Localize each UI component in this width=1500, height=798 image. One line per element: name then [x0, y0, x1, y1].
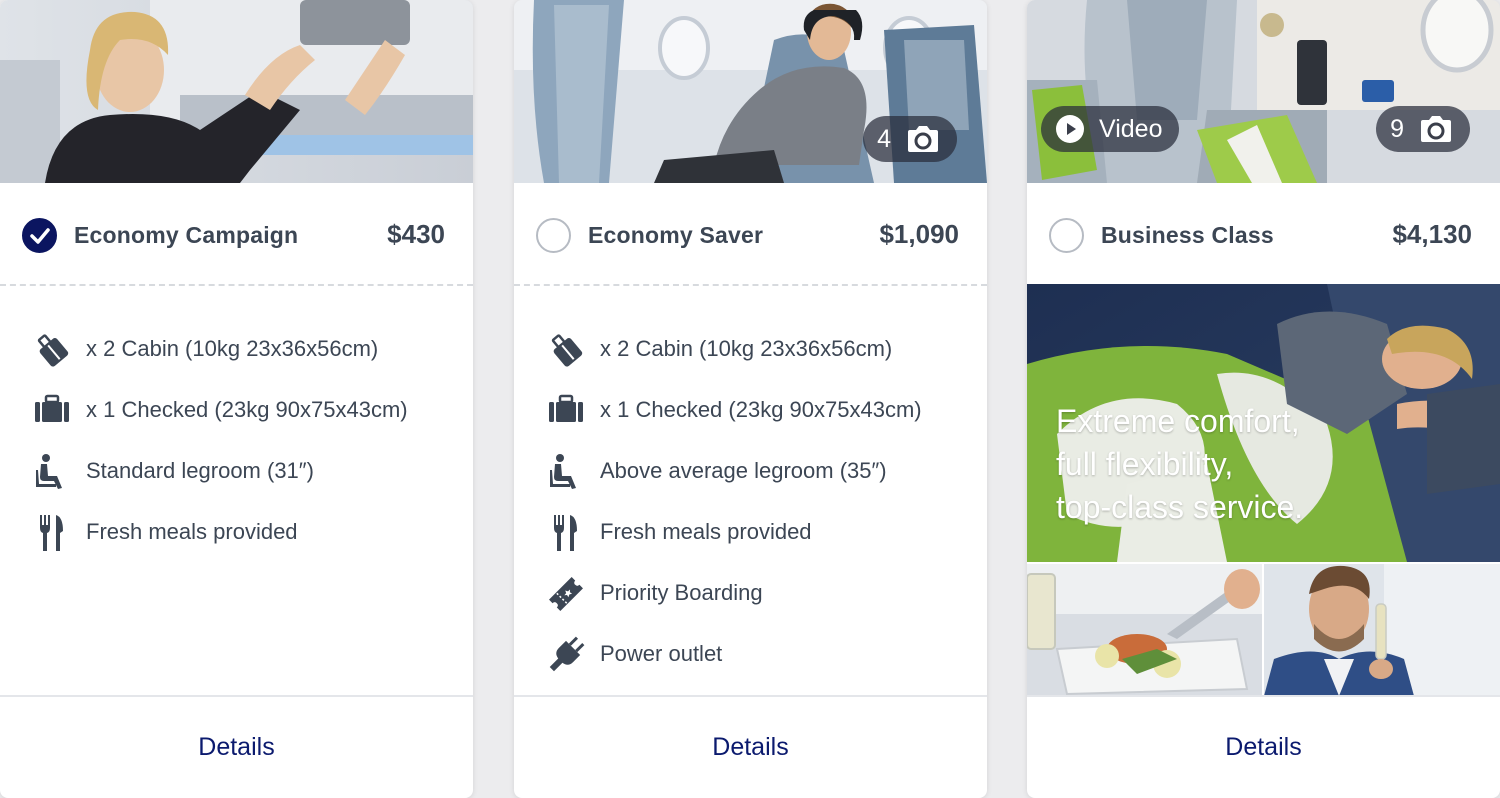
camera-icon [1421, 116, 1451, 142]
promo-line: Extreme comfort, [1056, 403, 1300, 439]
feature-item: Standard legroom (31″) [0, 452, 473, 492]
hero-photo[interactable]: 4 [514, 0, 987, 183]
details-link[interactable]: Details [712, 733, 788, 762]
feature-item: x 1 Checked (23kg 90x75x43cm) [0, 391, 473, 431]
cabin-bag-icon [37, 334, 69, 367]
feature-item: x 1 Checked (23kg 90x75x43cm) [514, 391, 987, 431]
seat-legroom-icon [550, 454, 576, 489]
photo-count-badge[interactable]: 9 [1376, 106, 1470, 152]
feature-text: x 2 Cabin (10kg 23x36x56cm) [86, 336, 379, 361]
details-link[interactable]: Details [198, 733, 274, 762]
feature-text: Above average legroom (35″) [600, 458, 887, 483]
feature-item: Fresh meals provided [0, 513, 473, 553]
details-link[interactable]: Details [1225, 733, 1301, 762]
video-badge[interactable]: Video [1041, 106, 1179, 152]
feature-item: Above average legroom (35″) [514, 452, 987, 492]
feature-item: Power outlet [514, 635, 987, 675]
feature-item: Priority Boarding [514, 574, 987, 614]
fare-name: Economy Saver [588, 222, 764, 248]
card-footer: Details [0, 695, 473, 798]
feature-item: x 2 Cabin (10kg 23x36x56cm) [514, 330, 987, 370]
fare-header[interactable]: Economy Saver $1,090 [514, 183, 987, 286]
feature-text: Fresh meals provided [86, 519, 298, 544]
fare-card-business-class[interactable]: Video 9 Business Class $4,130 Extreme co… [1027, 0, 1500, 798]
checked-bag-icon [549, 394, 583, 422]
food-photo[interactable] [1027, 564, 1262, 696]
fare-name: Economy Campaign [74, 222, 299, 248]
hero-photo [0, 0, 473, 183]
hero-photo[interactable]: Video 9 [1027, 0, 1500, 183]
promo-text: Extreme comfort, full flexibility, top-c… [1056, 400, 1303, 529]
camera-icon [908, 126, 938, 152]
fare-radio[interactable] [536, 218, 571, 253]
fare-price: $430 [387, 219, 445, 249]
cabin-bag-icon [551, 334, 583, 367]
fare-card-economy-saver[interactable]: 4 Economy Saver $1,090 x 2 Cabin (10kg 2… [514, 0, 987, 798]
photo-thumbnails [1027, 564, 1500, 696]
meal-icon [554, 515, 577, 551]
checked-bag-icon [35, 394, 69, 422]
fare-name: Business Class [1101, 222, 1274, 248]
fare-radio[interactable] [1049, 218, 1084, 253]
fare-card-economy-campaign[interactable]: Economy Campaign $430 x 2 Cabin (10kg 23… [0, 0, 473, 798]
video-label: Video [1099, 114, 1163, 143]
photo-count-badge[interactable]: 4 [863, 116, 957, 162]
seat-legroom-icon [36, 454, 62, 489]
feature-text: x 2 Cabin (10kg 23x36x56cm) [600, 336, 893, 361]
selected-radio[interactable] [22, 218, 57, 253]
power-plug-icon [549, 636, 585, 672]
feature-text: Power outlet [600, 641, 723, 666]
fare-header[interactable]: Economy Campaign $430 [0, 183, 473, 286]
photo-count: 4 [877, 124, 891, 153]
feature-item: x 2 Cabin (10kg 23x36x56cm) [0, 330, 473, 370]
feature-text: x 1 Checked (23kg 90x75x43cm) [86, 397, 408, 422]
feature-text: Priority Boarding [600, 580, 763, 605]
card-footer: Details [514, 695, 987, 798]
feature-text: x 1 Checked (23kg 90x75x43cm) [600, 397, 922, 422]
promo-banner: Extreme comfort, full flexibility, top-c… [1027, 284, 1500, 562]
priority-ticket-icon [549, 577, 583, 611]
photo-count: 9 [1390, 114, 1404, 143]
promo-line: top-class service. [1056, 489, 1304, 525]
fare-price: $1,090 [879, 219, 959, 249]
feature-item: Fresh meals provided [514, 513, 987, 553]
meal-icon [40, 515, 63, 551]
passenger-photo[interactable] [1264, 564, 1500, 696]
feature-text: Standard legroom (31″) [86, 458, 314, 483]
card-footer: Details [1027, 695, 1500, 798]
promo-line: full flexibility, [1056, 446, 1234, 482]
checkmark-icon [30, 228, 50, 244]
feature-text: Fresh meals provided [600, 519, 812, 544]
play-icon [1056, 115, 1084, 143]
fare-price: $4,130 [1392, 219, 1472, 249]
fare-header[interactable]: Business Class $4,130 [1027, 183, 1500, 286]
